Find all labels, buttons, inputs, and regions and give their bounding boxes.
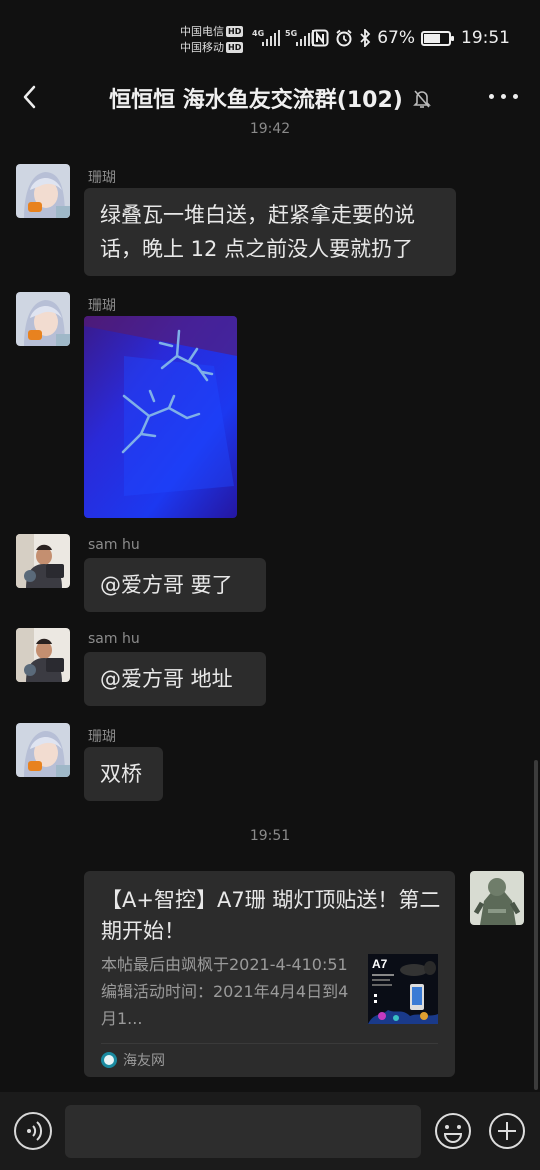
bell-muted-icon bbox=[412, 90, 431, 108]
alarm-icon bbox=[336, 29, 352, 47]
carrier-1: 中国电信 bbox=[180, 25, 224, 38]
coral-photo[interactable] bbox=[84, 316, 237, 518]
link-card[interactable]: 【A+智控】A7珊 瑚灯顶贴送！第二期开始！ 本帖最后由飒枫于2021-4-41… bbox=[84, 871, 455, 1077]
avatar[interactable] bbox=[16, 723, 70, 777]
battery-icon bbox=[421, 30, 454, 46]
battery-percent: 67% bbox=[377, 28, 415, 48]
emoji-icon[interactable] bbox=[434, 1112, 472, 1150]
carrier-info: 中国电信 HD 中国移动 HD bbox=[180, 24, 244, 56]
input-bar bbox=[0, 1092, 540, 1170]
hd-badge: HD bbox=[226, 42, 244, 53]
carrier-2: 中国移动 bbox=[180, 41, 224, 54]
source-logo-icon bbox=[101, 1052, 117, 1068]
group-name: 恒恒恒 海水鱼友交流群(102) bbox=[109, 88, 403, 113]
sender-name: 珊瑚 bbox=[88, 298, 116, 314]
nfc-icon bbox=[311, 29, 329, 47]
hd-badge: HD bbox=[226, 26, 244, 37]
battery-fill bbox=[424, 33, 441, 43]
link-card-description: 本帖最后由飒枫于2021-4-410:51编辑活动时间：2021年4月4日到4月… bbox=[101, 955, 349, 1028]
link-card-divider bbox=[101, 1043, 438, 1044]
thumb-label: A7 bbox=[372, 957, 388, 971]
sender-name: sam hu bbox=[88, 631, 140, 647]
sender-name: sam hu bbox=[88, 537, 140, 553]
link-card-thumbnail: A7 bbox=[368, 954, 438, 1024]
sender-name: 珊瑚 bbox=[88, 729, 116, 745]
timestamp: 19:42 bbox=[249, 122, 291, 137]
message-list[interactable]: 19:42 珊瑚 绿叠瓦一堆白送，赶紧拿走要的说话，晚上 12 点之前没人要就扔… bbox=[0, 122, 540, 1092]
message-bubble[interactable]: 双桥 bbox=[84, 747, 163, 801]
link-card-source: 海友网 bbox=[101, 1050, 165, 1070]
timestamp: 19:51 bbox=[249, 828, 291, 844]
link-card-title: 【A+智控】A7珊 瑚灯顶贴送！第二期开始！ bbox=[101, 888, 441, 943]
message-input[interactable] bbox=[65, 1105, 421, 1158]
chat-header: 恒恒恒 海水鱼友交流群(102) bbox=[0, 72, 540, 122]
my-avatar[interactable] bbox=[470, 871, 524, 925]
message-bubble[interactable]: @爱方哥 地址 bbox=[84, 652, 266, 706]
avatar[interactable] bbox=[16, 164, 70, 218]
status-right: 67% 19:51 bbox=[311, 28, 510, 48]
message-bubble[interactable]: 绿叠瓦一堆白送，赶紧拿走要的说话，晚上 12 点之前没人要就扔了 bbox=[84, 188, 456, 276]
message-bubble[interactable]: @爱方哥 要了 bbox=[84, 558, 266, 612]
avatar[interactable] bbox=[16, 292, 70, 346]
status-bar: 中国电信 HD 中国移动 HD 4G 5G 67% 19:51 bbox=[0, 0, 540, 72]
clock: 19:51 bbox=[461, 28, 510, 48]
avatar[interactable] bbox=[16, 628, 70, 682]
sender-name: 珊瑚 bbox=[88, 170, 116, 186]
bluetooth-icon bbox=[360, 29, 371, 47]
voice-icon[interactable] bbox=[14, 1112, 52, 1150]
more-dots-icon[interactable] bbox=[489, 94, 518, 99]
avatar[interactable] bbox=[16, 534, 70, 588]
chat-title: 恒恒恒 海水鱼友交流群(102) bbox=[0, 82, 540, 114]
source-name: 海友网 bbox=[123, 1053, 165, 1069]
plus-icon[interactable] bbox=[488, 1112, 526, 1150]
signal-1-icon bbox=[262, 30, 280, 46]
scrollbar[interactable] bbox=[534, 760, 538, 1090]
